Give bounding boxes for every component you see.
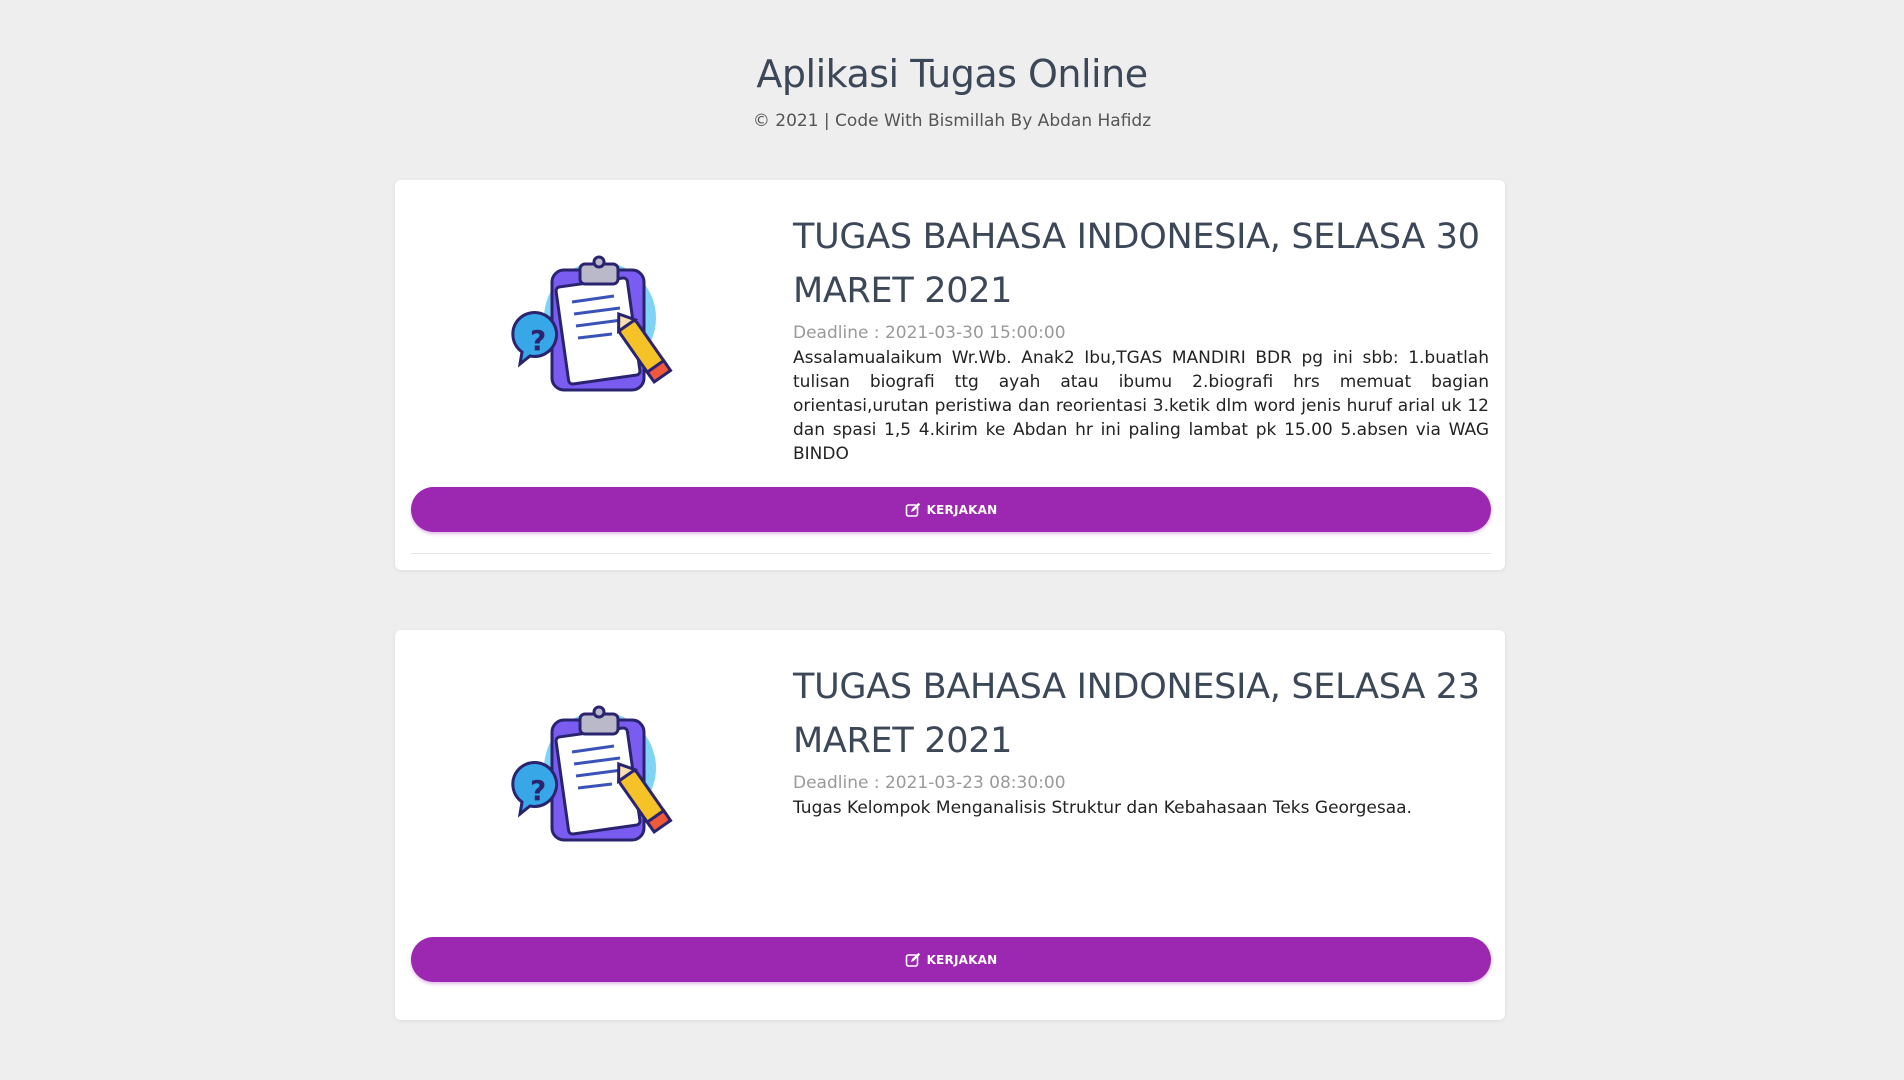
task-card: ? TUGAS BAHASA INDONESIA, SELASA 30 MARE… [395, 180, 1505, 570]
task-description: Tugas Kelompok Menganalisis Struktur dan… [793, 798, 1412, 818]
task-list: ? TUGAS BAHASA INDONESIA, SELASA 30 MARE… [395, 180, 1505, 1080]
app-subtitle: © 2021 | Code With Bismillah By Abdan Ha… [752, 111, 1152, 131]
task-deadline: Deadline : 2021-03-30 15:00:00 [793, 323, 1066, 343]
task-deadline: Deadline : 2021-03-23 08:30:00 [793, 773, 1066, 793]
task-title: TUGAS BAHASA INDONESIA, SELASA 30 MARET … [793, 217, 1480, 311]
edit-icon [905, 502, 920, 517]
task-illustration: ? [511, 705, 673, 842]
page-header: Aplikasi Tugas Online © 2021 | Code With… [0, 0, 1904, 132]
task-content: TUGAS BAHASA INDONESIA, SELASA 30 MARET … [771, 210, 1489, 464]
kerjakan-button[interactable]: KERJAKAN [411, 487, 1491, 532]
task-card: ? TUGAS BAHASA INDONESIA, SELASA 23 MARE… [395, 630, 1505, 1020]
svg-text:?: ? [530, 324, 546, 357]
task-title: TUGAS BAHASA INDONESIA, SELASA 23 MARET … [793, 667, 1480, 761]
app-title: Aplikasi Tugas Online [756, 52, 1148, 96]
task-illustration: ? [511, 255, 673, 392]
task-content: TUGAS BAHASA INDONESIA, SELASA 23 MARET … [771, 660, 1489, 902]
clipboard-pencil-icon: ? [411, 210, 771, 452]
clipboard-pencil-icon: ? [411, 660, 771, 902]
task-description: Assalamualaikum Wr.Wb. Anak2 Ibu,TGAS MA… [793, 348, 1489, 464]
kerjakan-button[interactable]: KERJAKAN [411, 937, 1491, 982]
edit-icon [905, 952, 920, 967]
kerjakan-label: KERJAKAN [926, 502, 998, 517]
card-divider [411, 553, 1491, 554]
svg-text:?: ? [530, 774, 546, 807]
kerjakan-label: KERJAKAN [926, 952, 998, 967]
